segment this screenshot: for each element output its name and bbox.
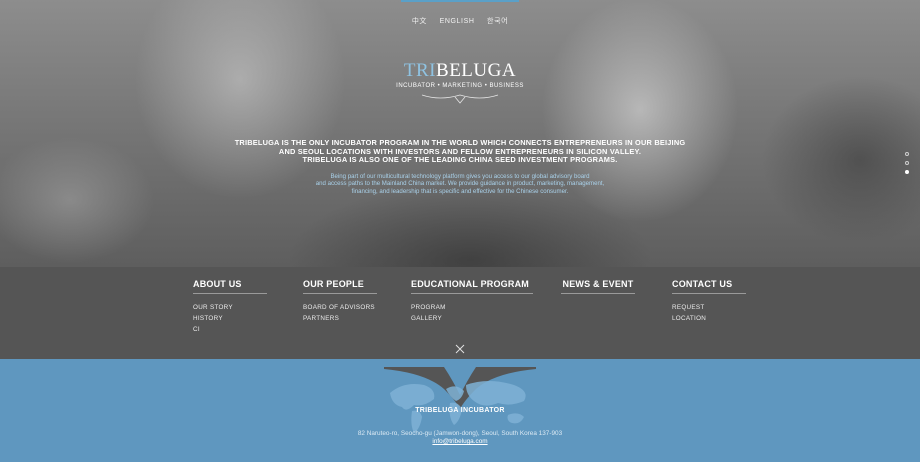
world-map-icon: [384, 367, 536, 433]
slider-dot-3[interactable]: [905, 170, 909, 174]
lang-chinese[interactable]: 中文: [412, 18, 427, 25]
menu-about: ABOUT US OUR STORY HISTORY CI: [193, 279, 267, 336]
menu-contact: CONTACT US REQUEST LOCATION: [672, 279, 746, 324]
slider-dots: [905, 152, 909, 179]
logo-part-b: BELUGA: [436, 60, 517, 81]
slider-dot-1[interactable]: [905, 152, 909, 156]
menu-people: OUR PEOPLE BOARD OF ADVISORS PARTNERS: [303, 279, 377, 324]
menu-item-request[interactable]: REQUEST: [672, 302, 746, 313]
footer-email-wrap: info@tribeluga.com: [0, 438, 920, 445]
menu-heading-contact[interactable]: CONTACT US: [672, 279, 746, 294]
logo-tagline: INCUBATOR • MARKETING • BUSINESS: [396, 83, 524, 89]
slider-dot-2[interactable]: [905, 161, 909, 165]
menu-item-partners[interactable]: PARTNERS: [303, 313, 377, 324]
menu-item-location[interactable]: LOCATION: [672, 313, 746, 324]
footer-email-link[interactable]: info@tribeluga.com: [432, 438, 487, 445]
logo-wordmark: TRIBELUGA: [0, 60, 920, 82]
menu-program: EDUCATIONAL PROGRAM PROGRAM GALLERY: [411, 279, 533, 324]
menu-heading-people[interactable]: OUR PEOPLE: [303, 279, 377, 294]
menu-heading-news[interactable]: NEWS & EVENT: [561, 279, 635, 294]
footer-address: 82 Naruteo-ro, Seocho-gu (Jamwon-dong), …: [357, 430, 563, 437]
lang-korean[interactable]: 한국어: [487, 18, 508, 25]
menu-item-our-story[interactable]: OUR STORY: [193, 302, 267, 313]
intro-description: Being part of our multicultural technolo…: [0, 173, 920, 195]
hero-banner: 中文 ENGLISH 한국어 TRIBELUGA INCUBATOR • MAR…: [0, 0, 920, 267]
logo-part-a: TRI: [403, 60, 437, 81]
language-switcher: 中文 ENGLISH 한국어: [0, 16, 920, 26]
close-icon[interactable]: [455, 344, 465, 354]
menu-item-program[interactable]: PROGRAM: [411, 302, 533, 313]
description-line: financing, and leadership that is specif…: [351, 187, 569, 195]
lang-english[interactable]: ENGLISH: [440, 18, 475, 25]
menu-item-ci[interactable]: CI: [193, 324, 267, 335]
swoosh-icon: [421, 94, 499, 104]
footer: TRIBELUGA INCUBATOR 82 Naruteo-ro, Seoch…: [0, 359, 920, 462]
description-line: and access paths to the Mainland China m…: [315, 180, 605, 188]
menu-heading-about[interactable]: ABOUT US: [193, 279, 267, 294]
menu-news: NEWS & EVENT: [561, 279, 635, 294]
menu-item-board-of-advisors[interactable]: BOARD OF ADVISORS: [303, 302, 377, 313]
footer-company-name: TRIBELUGA INCUBATOR: [415, 407, 505, 414]
menu-item-history[interactable]: HISTORY: [193, 313, 267, 324]
intro-line: TRIBELUGA IS ALSO ONE OF THE LEADING CHI…: [302, 155, 618, 165]
description-line: Being part of our multicultural technolo…: [330, 173, 590, 180]
logo[interactable]: TRIBELUGA INCUBATOR • MARKETING • BUSINE…: [0, 60, 920, 105]
top-accent-bar: [401, 0, 519, 2]
menu-heading-program[interactable]: EDUCATIONAL PROGRAM: [411, 279, 533, 294]
intro-headline: TRIBELUGA IS THE ONLY INCUBATOR PROGRAM …: [0, 138, 920, 165]
menu-item-gallery[interactable]: GALLERY: [411, 313, 533, 324]
